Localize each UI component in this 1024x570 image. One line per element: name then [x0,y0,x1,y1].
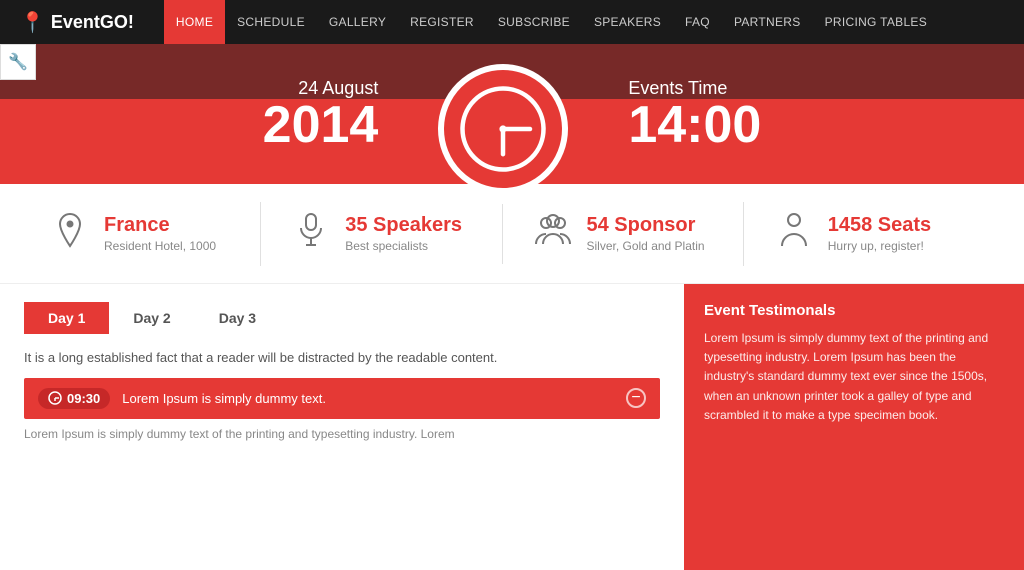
stat-speakers: 35 Speakers Best specialists [260,202,491,266]
logo: 📍 EventGO! [20,10,134,35]
stat-sponsor: 54 Sponsor Silver, Gold and Platin [502,204,733,264]
schedule-item: 09:30 Lorem Ipsum is simply dummy text. … [24,378,660,419]
stat-sponsor-sub: Silver, Gold and Platin [587,239,705,253]
stats-row: France Resident Hotel, 1000 35 Speakers … [0,184,1024,284]
stat-speakers-sub: Best specialists [345,239,462,253]
stat-location-text: France Resident Hotel, 1000 [104,214,216,253]
event-date: 24 August 2014 [263,78,379,151]
time-value: 14:00 [628,99,761,151]
testimonials-panel: Event Testimonals Lorem Ipsum is simply … [684,284,1024,570]
lower-section: Day 1 Day 2 Day 3 It is a long establish… [0,284,1024,570]
logo-text: EventGO! [51,12,134,33]
event-time: Events Time 14:00 [628,78,761,151]
date-year: 2014 [263,99,379,151]
schedule-more-text: Lorem Ipsum is simply dummy text of the … [24,425,660,443]
stat-seats-title: 1458 Seats [828,214,931,237]
stat-location-sub: Resident Hotel, 1000 [104,239,216,253]
tab-day1[interactable]: Day 1 [24,302,109,334]
wrench-icon: 🔧 [8,52,28,72]
stat-speakers-text: 35 Speakers Best specialists [345,214,462,253]
stat-seats-sub: Hurry up, register! [828,239,931,253]
stat-sponsor-text: 54 Sponsor Silver, Gold and Platin [587,214,705,253]
stat-location: France Resident Hotel, 1000 [50,202,250,266]
clock-small-icon [48,391,62,405]
stat-seats-text: 1458 Seats Hurry up, register! [828,214,931,253]
tab-day3[interactable]: Day 3 [195,302,280,334]
schedule-time: 09:30 [67,391,100,406]
stat-seats: 1458 Seats Hurry up, register! [743,202,974,266]
testimonials-title: Event Testimonals [704,302,1004,319]
wrench-button[interactable]: 🔧 [0,44,36,80]
hero-content: 24 August 2014 Events Time 14:00 [263,34,762,194]
day-tabs: Day 1 Day 2 Day 3 [24,302,660,334]
schedule-time-badge: 09:30 [38,388,110,409]
schedule-description: It is a long established fact that a rea… [24,348,660,368]
tab-day2[interactable]: Day 2 [109,302,194,334]
clock-icon [458,84,548,174]
testimonials-body: Lorem Ipsum is simply dummy text of the … [704,329,1004,425]
people-icon [533,214,573,254]
collapse-button[interactable]: − [626,388,646,408]
schedule-panel: Day 1 Day 2 Day 3 It is a long establish… [0,284,684,570]
person-icon [774,212,814,256]
stat-speakers-title: 35 Speakers [345,214,462,237]
stat-sponsor-title: 54 Sponsor [587,214,705,237]
nav-pricing[interactable]: PRICING TABLES [813,0,939,44]
logo-pin-icon: 📍 [20,10,45,35]
location-icon [50,212,90,256]
clock [438,64,568,194]
hero-band: 24 August 2014 Events Time 14:00 [0,44,1024,184]
nav-home[interactable]: HOME [164,0,225,44]
schedule-item-title: Lorem Ipsum is simply dummy text. [122,391,614,406]
microphone-icon [291,212,331,256]
stat-location-title: France [104,214,216,237]
